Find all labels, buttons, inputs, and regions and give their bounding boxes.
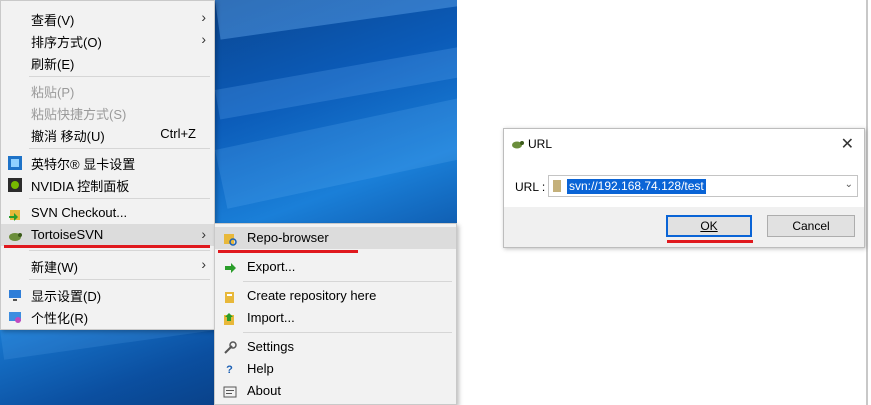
import-icon: [222, 311, 237, 326]
display-settings-icon: [7, 287, 22, 302]
about-icon: [222, 384, 237, 399]
export-icon: [222, 260, 237, 275]
submenu-item-create-repo[interactable]: Create repository here: [215, 285, 456, 307]
dialog-titlebar: URL ✕: [504, 129, 864, 159]
settings-icon: [222, 340, 237, 355]
menu-item-undo-move[interactable]: 撤消 移动(U) Ctrl+Z: [1, 123, 214, 145]
window-edge: [866, 0, 868, 405]
annotation-underline: [667, 240, 753, 243]
submenu-item-export[interactable]: Export...: [215, 256, 456, 278]
url-value[interactable]: svn://192.168.74.128/test: [567, 179, 706, 194]
dialog-body: URL : svn://192.168.74.128/test ⌄: [504, 159, 864, 207]
submenu-item-about[interactable]: About: [215, 380, 456, 402]
menu-item-tortoisesvn[interactable]: TortoiseSVN ›: [1, 224, 214, 246]
menu-item-sort[interactable]: 排序方式(O) ›: [1, 29, 214, 51]
url-label: URL :: [515, 180, 546, 194]
menu-item-new[interactable]: 新建(W) ›: [1, 254, 214, 276]
menu-item-label: Help: [247, 361, 274, 376]
annotation-underline: [4, 245, 210, 248]
file-icon: [553, 180, 561, 192]
ok-button[interactable]: OK: [666, 215, 752, 237]
repo-browser-icon: [222, 231, 237, 246]
menu-item-label: Create repository here: [247, 288, 377, 303]
menu-item-label: 粘贴(P): [31, 85, 75, 100]
menu-item-display-settings[interactable]: 显示设置(D): [1, 283, 214, 305]
menu-item-nvidia[interactable]: NVIDIA 控制面板: [1, 173, 214, 195]
menu-item-label: 刷新(E): [31, 57, 75, 72]
personalize-icon: [7, 309, 22, 324]
desktop-context-menu: 查看(V) › 排序方式(O) › 刷新(E) 粘贴(P) 粘贴快捷方式(S) …: [0, 0, 215, 330]
menu-separator: [243, 332, 452, 333]
help-icon: ?: [226, 363, 233, 376]
menu-item-label: 个性化(R): [31, 311, 89, 326]
menu-item-label: 排序方式(O): [31, 35, 102, 50]
submenu-item-settings[interactable]: Settings: [215, 336, 456, 358]
nvidia-icon: [7, 177, 22, 192]
tortoisesvn-icon: [511, 138, 524, 151]
submenu-item-repo-browser[interactable]: Repo-browser: [215, 227, 456, 249]
menu-item-intel-graphics[interactable]: 英特尔® 显卡设置: [1, 151, 214, 173]
menu-item-label: 英特尔® 显卡设置: [31, 157, 136, 172]
submenu-item-import[interactable]: Import...: [215, 307, 456, 329]
ok-button-label: OK: [700, 219, 718, 233]
menu-item-paste-shortcut: 粘贴快捷方式(S): [1, 101, 214, 123]
menu-item-label: About: [247, 383, 281, 398]
cancel-button[interactable]: Cancel: [767, 215, 855, 237]
svn-checkout-icon: [7, 206, 22, 221]
menu-item-label: Export...: [247, 259, 296, 274]
menu-separator: [29, 198, 210, 199]
menu-item-label: SVN Checkout...: [31, 205, 128, 220]
close-icon[interactable]: ✕: [841, 134, 854, 154]
shortcut-text: Ctrl+Z: [160, 126, 196, 141]
menu-item-paste: 粘贴(P): [1, 79, 214, 101]
menu-separator: [29, 148, 210, 149]
menu-item-svn-checkout[interactable]: SVN Checkout...: [1, 202, 214, 224]
create-repo-icon: [222, 289, 237, 304]
annotation-underline: [218, 250, 358, 253]
menu-item-label: Settings: [247, 339, 294, 354]
dialog-title: URL: [528, 137, 553, 151]
chevron-right-icon: ›: [201, 256, 206, 272]
submenu-item-help[interactable]: ? Help: [215, 358, 456, 380]
menu-item-refresh[interactable]: 刷新(E): [1, 51, 214, 73]
menu-item-label: TortoiseSVN: [31, 227, 104, 242]
tortoisesvn-icon: [7, 228, 22, 243]
chevron-right-icon: ›: [201, 31, 206, 47]
menu-item-view[interactable]: 查看(V) ›: [1, 7, 214, 29]
menu-separator: [29, 279, 210, 280]
menu-item-personalize[interactable]: 个性化(R): [1, 305, 214, 327]
menu-separator: [29, 250, 210, 251]
menu-item-label: NVIDIA 控制面板: [31, 179, 130, 194]
menu-item-label: Import...: [247, 310, 295, 325]
menu-item-label: 粘贴快捷方式(S): [31, 107, 127, 122]
menu-separator: [29, 76, 210, 77]
menu-item-label: 查看(V): [31, 13, 75, 28]
menu-item-label: 新建(W): [31, 260, 78, 275]
chevron-right-icon: ›: [201, 226, 206, 242]
chevron-down-icon[interactable]: ⌄: [845, 179, 853, 190]
menu-item-label: 显示设置(D): [31, 289, 102, 304]
intel-graphics-icon: [7, 155, 22, 170]
menu-item-label: Repo-browser: [247, 230, 329, 245]
chevron-right-icon: ›: [201, 9, 206, 25]
menu-separator: [243, 281, 452, 282]
menu-item-label: 撤消 移动(U): [31, 129, 105, 144]
url-dialog: URL ✕ URL : svn://192.168.74.128/test ⌄ …: [503, 128, 865, 248]
url-combobox[interactable]: svn://192.168.74.128/test ⌄: [548, 175, 858, 197]
